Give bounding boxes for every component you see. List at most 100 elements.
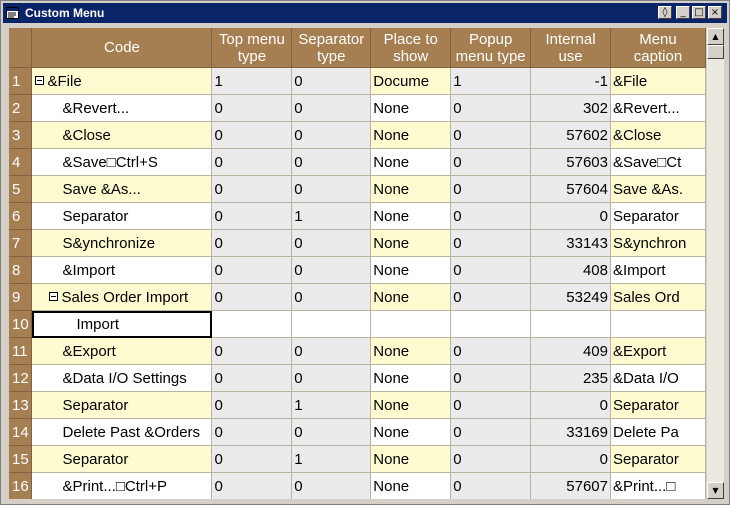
scrollbar-thumb[interactable] — [707, 45, 724, 59]
table-row[interactable]: 13 Separator 0 1 None 0 0 Separator — [9, 391, 706, 419]
cell-internal-use[interactable]: 57603 — [530, 148, 611, 176]
cell-separator-type[interactable]: 0 — [291, 67, 372, 95]
cell-top-menu-type[interactable]: 0 — [211, 337, 293, 365]
cell-code[interactable]: Separator — [31, 391, 213, 419]
cell-popup-menu-type[interactable]: 0 — [450, 229, 532, 257]
collapse-icon[interactable] — [35, 76, 45, 86]
cell-menu-caption[interactable]: Sales Ord — [610, 283, 706, 311]
cell-code[interactable]: Sales Order Import — [31, 283, 213, 311]
table-row[interactable]: 9 Sales Order Import 0 0 None 0 53249 Sales Ord — [9, 283, 706, 311]
table-row[interactable]: 7 S&ynchronize 0 0 None 0 33143 S&ynchron — [9, 229, 706, 257]
column-header-place-to-show[interactable]: Place to show — [370, 28, 452, 68]
scroll-down-icon[interactable]: ▼ — [707, 482, 724, 499]
column-header-menu-caption[interactable]: Menu caption — [610, 28, 706, 68]
row-number[interactable]: 16 — [9, 472, 33, 499]
maximize-icon[interactable]: □ — [692, 6, 706, 19]
cell-code[interactable]: S&ynchronize — [31, 229, 213, 257]
cell-code[interactable]: Separator — [31, 202, 213, 230]
cell-internal-use[interactable] — [530, 310, 611, 338]
cell-place-to-show[interactable]: None — [370, 283, 452, 311]
cell-popup-menu-type[interactable]: 0 — [450, 472, 532, 499]
cell-popup-menu-type[interactable]: 0 — [450, 445, 532, 473]
cell-menu-caption[interactable]: S&ynchron — [610, 229, 706, 257]
cell-place-to-show[interactable]: None — [370, 337, 452, 365]
cell-code[interactable]: &Data I/O Settings — [31, 364, 213, 392]
cell-internal-use[interactable]: 302 — [530, 94, 611, 122]
cell-menu-caption[interactable]: Separator — [610, 445, 706, 473]
table-row[interactable]: 15 Separator 0 1 None 0 0 Separator — [9, 445, 706, 473]
cell-separator-type[interactable]: 0 — [291, 256, 372, 284]
cell-code[interactable]: &Import — [31, 256, 213, 284]
row-number[interactable]: 14 — [9, 418, 33, 446]
cell-menu-caption[interactable]: &Data I/O — [610, 364, 706, 392]
cell-top-menu-type[interactable] — [211, 310, 293, 338]
cell-place-to-show[interactable]: None — [370, 472, 452, 499]
cell-popup-menu-type[interactable]: 0 — [450, 256, 532, 284]
cell-menu-caption[interactable]: &Revert... — [610, 94, 706, 122]
cell-popup-menu-type[interactable]: 0 — [450, 283, 532, 311]
cell-internal-use[interactable]: 0 — [530, 445, 611, 473]
vertical-scrollbar[interactable]: ▲ ▼ — [707, 28, 724, 499]
table-row[interactable]: 10 Import — [9, 310, 706, 338]
cell-top-menu-type[interactable]: 0 — [211, 256, 293, 284]
row-number[interactable]: 4 — [9, 148, 33, 176]
cell-menu-caption[interactable]: &Export — [610, 337, 706, 365]
cell-menu-caption[interactable] — [610, 310, 706, 338]
row-number[interactable]: 12 — [9, 364, 33, 392]
menu-grid[interactable]: Code Top menu type Separator type Place … — [9, 28, 706, 499]
cell-separator-type[interactable]: 0 — [291, 337, 372, 365]
table-row[interactable]: 6 Separator 0 1 None 0 0 Separator — [9, 202, 706, 230]
cell-place-to-show[interactable]: None — [370, 121, 452, 149]
cell-popup-menu-type[interactable]: 0 — [450, 94, 532, 122]
cell-separator-type[interactable]: 0 — [291, 121, 372, 149]
cell-separator-type[interactable]: 1 — [291, 391, 372, 419]
cell-top-menu-type[interactable]: 0 — [211, 202, 293, 230]
row-number[interactable]: 8 — [9, 256, 33, 284]
cell-top-menu-type[interactable]: 0 — [211, 391, 293, 419]
table-row[interactable]: 3 &Close 0 0 None 0 57602 &Close — [9, 121, 706, 149]
cell-separator-type[interactable]: 0 — [291, 418, 372, 446]
scroll-up-icon[interactable]: ▲ — [707, 28, 724, 45]
cell-code[interactable]: Delete Past &Orders — [31, 418, 213, 446]
table-row[interactable]: 14 Delete Past &Orders 0 0 None 0 33169 Delete … — [9, 418, 706, 446]
corner-cell[interactable] — [9, 28, 33, 68]
cell-place-to-show[interactable]: None — [370, 94, 452, 122]
cell-separator-type[interactable]: 0 — [291, 283, 372, 311]
cell-internal-use[interactable]: 0 — [530, 391, 611, 419]
cell-place-to-show[interactable]: None — [370, 148, 452, 176]
cell-code[interactable]: &File — [31, 67, 213, 95]
row-number[interactable]: 7 — [9, 229, 33, 257]
row-number[interactable]: 1 — [9, 67, 33, 95]
title-bar[interactable]: Custom Menu ◊ _ □ × — [3, 3, 727, 23]
row-number[interactable]: 13 — [9, 391, 33, 419]
cell-menu-caption[interactable]: &Save□Ct — [610, 148, 706, 176]
cell-separator-type[interactable]: 1 — [291, 445, 372, 473]
cell-internal-use[interactable]: 33143 — [530, 229, 611, 257]
cell-internal-use[interactable]: 57604 — [530, 175, 611, 203]
cell-top-menu-type[interactable]: 0 — [211, 364, 293, 392]
cell-separator-type[interactable]: 0 — [291, 229, 372, 257]
table-row[interactable]: 4 &Save□Ctrl+S 0 0 None 0 57603 &Save□Ct — [9, 148, 706, 176]
cell-popup-menu-type[interactable]: 1 — [450, 67, 532, 95]
cell-menu-caption[interactable]: &Close — [610, 121, 706, 149]
table-row[interactable]: 11 &Export 0 0 None 0 409 &Export — [9, 337, 706, 365]
cell-code[interactable]: &Save□Ctrl+S — [31, 148, 213, 176]
cell-top-menu-type[interactable]: 0 — [211, 148, 293, 176]
cell-menu-caption[interactable]: &Import — [610, 256, 706, 284]
table-row[interactable]: 5 Save &As... 0 0 None 0 57604 Save &As. — [9, 175, 706, 203]
table-row[interactable]: 8 &Import 0 0 None 0 408 &Import — [9, 256, 706, 284]
cell-top-menu-type[interactable]: 0 — [211, 94, 293, 122]
collapse-icon[interactable] — [49, 292, 59, 302]
cell-menu-caption[interactable]: Separator — [610, 202, 706, 230]
cell-popup-menu-type[interactable]: 0 — [450, 418, 532, 446]
cell-internal-use[interactable]: 408 — [530, 256, 611, 284]
cell-top-menu-type[interactable]: 0 — [211, 418, 293, 446]
cell-place-to-show[interactable] — [370, 310, 452, 338]
cell-top-menu-type[interactable]: 0 — [211, 445, 293, 473]
cell-separator-type[interactable]: 0 — [291, 364, 372, 392]
cell-popup-menu-type[interactable] — [450, 310, 532, 338]
cell-menu-caption[interactable]: Delete Pa — [610, 418, 706, 446]
table-row[interactable]: 16 &Print...□Ctrl+P 0 0 None 0 57607 &Print...□ — [9, 472, 706, 499]
cell-code[interactable]: &Print...□Ctrl+P — [31, 472, 213, 499]
cell-top-menu-type[interactable]: 0 — [211, 472, 293, 499]
